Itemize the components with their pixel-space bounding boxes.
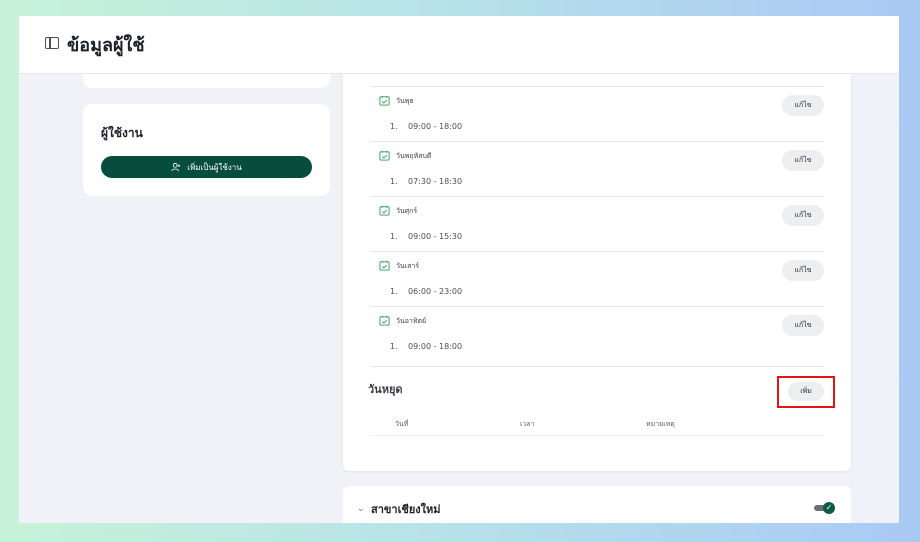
- edit-button[interactable]: แก้ไข: [782, 205, 824, 226]
- time-slot: 1. 07:30 - 18:30: [390, 177, 462, 186]
- day-name: วันพฤหัสบดี: [396, 152, 432, 160]
- app-window: ข้อมูลผู้ใช้ ผู้ใช้งาน เพิ่มเป็นผู้ใช้งา…: [19, 16, 899, 523]
- edit-button[interactable]: แก้ไข: [782, 260, 824, 281]
- calendar-check-icon: [379, 150, 390, 161]
- holidays-title: วันหยุด: [368, 383, 403, 396]
- day-name: วันศุกร์: [396, 207, 418, 215]
- day-name: วันพุธ: [396, 97, 414, 105]
- slot-index: 1.: [390, 122, 398, 131]
- time-slot: 1. 06:00 - 23:00: [390, 287, 462, 296]
- slot-index: 1.: [390, 177, 398, 186]
- time-slot: 1. 09:00 - 18:00: [390, 342, 462, 351]
- branch-card[interactable]: ⌄ สาขาเชียงใหม่ ✓: [343, 486, 851, 523]
- edit-button[interactable]: แก้ไข: [782, 150, 824, 171]
- add-user-button[interactable]: เพิ่มเป็นผู้ใช้งาน: [101, 156, 312, 178]
- slot-index: 1.: [390, 232, 398, 241]
- chevron-down-icon[interactable]: ⌄: [357, 504, 365, 514]
- slot-time: 07:30 - 18:30: [408, 177, 463, 186]
- slot-time: 09:00 - 18:00: [408, 342, 463, 351]
- branch-title: สาขาเชียงใหม่: [371, 503, 441, 516]
- table-divider: [370, 435, 824, 436]
- time-slot: 1. 09:00 - 15:30: [390, 232, 462, 241]
- users-card: ผู้ใช้งาน เพิ่มเป็นผู้ใช้งาน: [83, 104, 330, 196]
- slot-time: 09:00 - 18:00: [408, 122, 463, 131]
- calendar-check-icon: [379, 315, 390, 326]
- page-header: ข้อมูลผู้ใช้: [19, 16, 899, 74]
- divider: [370, 366, 824, 367]
- edit-button[interactable]: แก้ไข: [782, 95, 824, 116]
- slot-time: 06:00 - 23:00: [408, 287, 463, 296]
- branch-toggle[interactable]: ✓: [814, 502, 836, 514]
- schedule-row-sunday: วันอาทิตย์ 1. 09:00 - 18:00 แก้ไข: [370, 306, 824, 361]
- slot-index: 1.: [390, 342, 398, 351]
- schedule-row-wednesday: วันพุธ 1. 09:00 - 18:00 แก้ไข: [370, 86, 824, 141]
- add-user-label: เพิ่มเป็นผู้ใช้งาน: [187, 162, 242, 172]
- edit-button[interactable]: แก้ไข: [782, 315, 824, 336]
- add-holiday-button[interactable]: เพิ่ม: [788, 382, 824, 401]
- column-header-time: เวลา: [520, 420, 535, 428]
- schedule-row-saturday: วันเสาร์ 1. 06:00 - 23:00 แก้ไข: [370, 251, 824, 306]
- working-hours-card: วันพุธ 1. 09:00 - 18:00 แก้ไข วันพฤหัสบดี…: [343, 74, 851, 471]
- slot-index: 1.: [390, 287, 398, 296]
- page-title: ข้อมูลผู้ใช้: [67, 35, 145, 56]
- day-name: วันเสาร์: [396, 262, 420, 270]
- sidebar-toggle-icon[interactable]: [45, 37, 59, 49]
- time-slot: 1. 09:00 - 18:00: [390, 122, 462, 131]
- column-header-note: หมายเหตุ: [646, 420, 675, 428]
- slot-time: 09:00 - 15:30: [408, 232, 463, 241]
- user-plus-icon: [171, 163, 181, 172]
- profile-card-bottom: [83, 74, 330, 88]
- calendar-check-icon: [379, 260, 390, 271]
- calendar-check-icon: [379, 205, 390, 216]
- calendar-check-icon: [379, 95, 390, 106]
- column-header-date: วันที่: [395, 420, 409, 428]
- schedule-row-friday: วันศุกร์ 1. 09:00 - 15:30 แก้ไข: [370, 196, 824, 251]
- day-name: วันอาทิตย์: [396, 317, 427, 325]
- schedule-row-thursday: วันพฤหัสบดี 1. 07:30 - 18:30 แก้ไข: [370, 141, 824, 196]
- users-heading: ผู้ใช้งาน: [101, 126, 143, 140]
- check-icon: ✓: [823, 502, 835, 514]
